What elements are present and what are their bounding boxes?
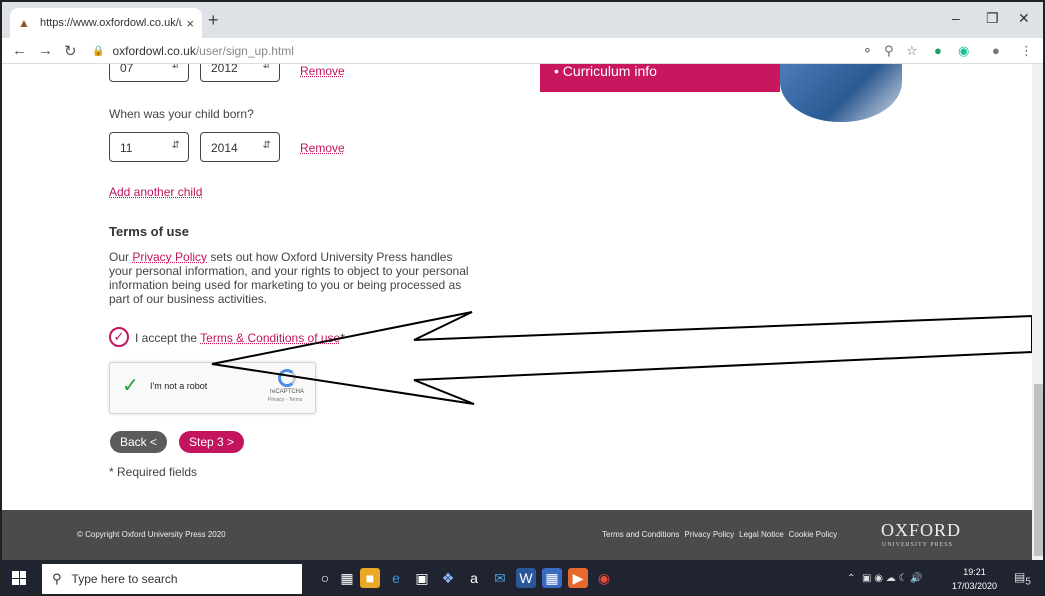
terms-conditions-link[interactable]: Terms & Conditions of use	[200, 331, 340, 345]
scrollbar-thumb[interactable]	[1034, 384, 1043, 556]
url-domain: oxfordowl.co.uk	[112, 44, 196, 58]
presentation-icon[interactable]: ▶	[568, 568, 588, 588]
promo-photo	[780, 64, 902, 122]
footer-link-privacy[interactable]: Privacy Policy	[684, 530, 734, 539]
tab-strip: ▲ https://www.oxfordowl.co.uk/use × + – …	[2, 2, 1043, 38]
task-view-icon[interactable]: ▦	[337, 568, 357, 588]
forward-arrow-icon[interactable]: →	[38, 42, 53, 59]
clock-date: 17/03/2020	[952, 581, 998, 591]
taskbar-search[interactable]: ⚲ Type here to search	[42, 564, 302, 594]
search-icon: ⚲	[52, 571, 62, 586]
notification-icon[interactable]: ▤5	[1014, 570, 1031, 587]
notification-count: 5	[1025, 576, 1031, 588]
browser-toolbar: ← → ↻ 🔒 oxfordowl.co.uk/user/sign_up.htm…	[2, 38, 1043, 64]
month-select-2[interactable]: 11 ⇵	[109, 132, 189, 162]
year-select-1[interactable]: 2012 ⇵	[200, 64, 280, 82]
page-content: • Curriculum info 07 ⇵ 2012 ⇵ Remove When …	[2, 64, 1032, 510]
terms-checkbox[interactable]: ✓	[109, 327, 129, 347]
privacy-paragraph: Our Privacy Policy sets out how Oxford U…	[109, 250, 469, 306]
tray-apps-icon[interactable]: ▣ ◉ ☁ ☾ 🔊	[862, 573, 923, 584]
page-scrollbar[interactable]	[1032, 64, 1043, 560]
tray-up-chevron-icon[interactable]: ⌃	[847, 573, 855, 584]
extension-icon[interactable]: ●	[934, 43, 942, 58]
back-arrow-icon[interactable]: ←	[12, 42, 27, 59]
select-arrows-icon: ⇵	[262, 64, 271, 71]
word-icon[interactable]: W	[516, 568, 536, 588]
accept-terms-label: I accept the Terms & Conditions of use*	[135, 331, 455, 345]
accept-text: I accept the	[135, 331, 201, 345]
recaptcha-brand: reCAPTCHA	[270, 389, 305, 395]
site-footer: © Copyright Oxford University Press 2020…	[2, 510, 1032, 560]
screen: ▲ https://www.oxfordowl.co.uk/use × + – …	[0, 0, 1045, 596]
select-arrows-icon: ⇵	[262, 140, 271, 151]
footer-link-cookie[interactable]: Cookie Policy	[789, 530, 837, 539]
tab-close-icon[interactable]: ×	[186, 16, 194, 31]
clock-time: 19:21	[963, 567, 986, 577]
month-value-1: 07	[120, 64, 134, 75]
required-note: * Required fields	[109, 465, 198, 479]
oxford-logo: OXFORD	[881, 520, 962, 540]
back-button[interactable]: Back <	[110, 431, 168, 453]
file-explorer-icon[interactable]: ■	[360, 568, 380, 588]
windows-taskbar: ⚲ Type here to search ○ ▦ ■ e ▣ ❖ a ✉ W …	[2, 560, 1043, 594]
child-born-label: When was your child born?	[109, 107, 254, 121]
required-star: *	[340, 331, 345, 345]
calendar-icon[interactable]: ▦	[542, 568, 562, 588]
promo-banner: • Curriculum info	[540, 64, 780, 92]
oxford-logo-sub: UNIVERSITY PRESS	[882, 542, 953, 548]
restore-icon[interactable]: ❐	[986, 10, 999, 27]
taskbar-clock[interactable]: 19:21 17/03/2020	[952, 565, 997, 593]
grammarly-icon[interactable]: ◉	[958, 43, 969, 59]
footer-link-legal[interactable]: Legal Notice	[739, 530, 783, 539]
owl-favicon-icon: ▲	[18, 16, 30, 30]
privacy-text-pre: Our	[109, 250, 133, 264]
minimize-icon[interactable]: –	[952, 10, 960, 26]
recaptcha-terms[interactable]: Privacy - Terms	[268, 397, 302, 403]
year-select-2[interactable]: 2014 ⇵	[200, 132, 280, 162]
recaptcha-check-icon[interactable]: ✓	[122, 373, 139, 398]
search-placeholder: Type here to search	[71, 572, 178, 586]
key-icon[interactable]: ⚬	[862, 43, 873, 59]
amazon-icon[interactable]: a	[464, 568, 484, 588]
step3-button[interactable]: Step 3 >	[179, 431, 245, 453]
close-window-icon[interactable]: ✕	[1018, 10, 1030, 27]
lock-icon: 🔒	[92, 45, 105, 57]
year-value-2: 2014	[211, 141, 238, 155]
year-value-1: 2012	[211, 64, 238, 75]
dropbox-icon[interactable]: ❖	[438, 568, 458, 588]
zoom-icon[interactable]: ⚲	[884, 43, 894, 59]
month-value-2: 11	[120, 141, 133, 155]
new-tab-button[interactable]: +	[208, 10, 219, 31]
cortana-icon[interactable]: ○	[315, 568, 335, 588]
copyright-text: © Copyright Oxford University Press 2020	[77, 530, 226, 539]
reload-icon[interactable]: ↻	[64, 42, 77, 60]
recaptcha-logo-icon	[278, 369, 296, 387]
profile-avatar[interactable]: ●	[992, 43, 1000, 58]
month-select-1[interactable]: 07 ⇵	[109, 64, 189, 82]
footer-links: Terms and Conditions Privacy Policy Lega…	[602, 530, 837, 539]
terms-heading: Terms of use	[109, 224, 189, 239]
browser-tab[interactable]: ▲ https://www.oxfordowl.co.uk/use ×	[10, 8, 202, 38]
store-icon[interactable]: ▣	[412, 568, 432, 588]
mail-icon[interactable]: ✉	[490, 568, 510, 588]
add-child-link[interactable]: Add another child	[109, 185, 202, 199]
select-arrows-icon: ⇵	[171, 140, 180, 151]
menu-icon[interactable]: ⋮	[1020, 43, 1033, 59]
remove-link-1[interactable]: Remove	[300, 64, 345, 78]
tab-title: https://www.oxfordowl.co.uk/use	[40, 17, 183, 29]
address-bar[interactable]: 🔒 oxfordowl.co.uk/user/sign_up.html	[92, 41, 922, 61]
recaptcha-widget[interactable]: ✓ I'm not a robot reCAPTCHA Privacy - Te…	[109, 362, 316, 414]
footer-link-terms[interactable]: Terms and Conditions	[602, 530, 679, 539]
edge-icon[interactable]: e	[386, 568, 406, 588]
chrome-icon[interactable]: ◉	[594, 568, 614, 588]
windows-start-icon[interactable]	[12, 571, 26, 585]
bookmark-star-icon[interactable]: ☆	[906, 43, 918, 59]
remove-link-2[interactable]: Remove	[300, 141, 345, 155]
select-arrows-icon: ⇵	[171, 64, 180, 71]
privacy-policy-link[interactable]: Privacy Policy	[132, 250, 207, 264]
url-path: /user/sign_up.html	[195, 44, 294, 58]
recaptcha-label: I'm not a robot	[150, 381, 208, 391]
